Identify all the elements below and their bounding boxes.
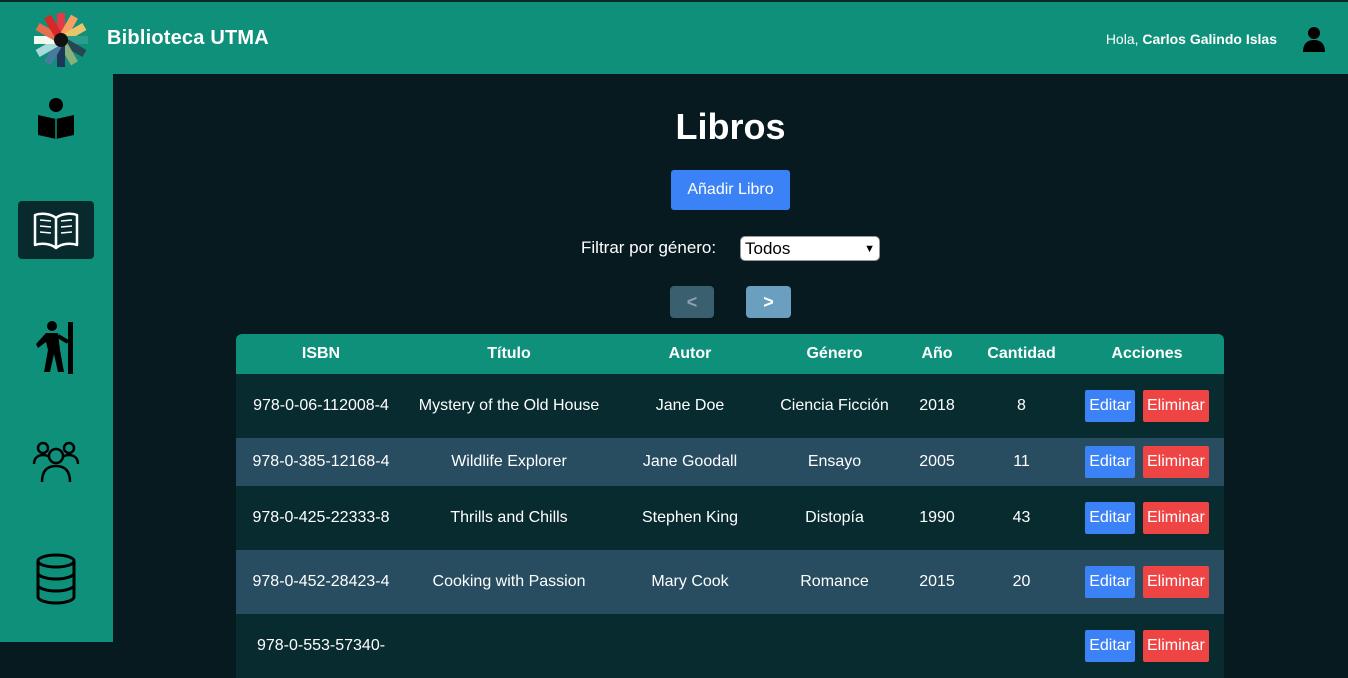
- cell-genre: Ensayo: [807, 453, 862, 470]
- cell-author: Jane Goodall: [642, 453, 738, 470]
- table-row: 978-0-425-22333-8 Thrills and Chills Ste…: [236, 486, 1224, 550]
- col-header-genre[interactable]: Género: [768, 334, 901, 374]
- delete-button[interactable]: Eliminar: [1143, 390, 1209, 422]
- cell-year: 2005: [919, 453, 955, 470]
- col-header-isbn[interactable]: ISBN: [236, 334, 406, 374]
- genre-filter-select[interactable]: Todos ▼: [740, 236, 880, 261]
- database-icon: [36, 553, 76, 605]
- edit-button[interactable]: Editar: [1085, 502, 1135, 534]
- col-header-author[interactable]: Autor: [612, 334, 768, 374]
- user-icon[interactable]: [1302, 26, 1326, 52]
- cell-actions: Editar Eliminar: [1070, 438, 1224, 486]
- sidebar: [0, 74, 113, 642]
- user-greeting: Hola, Carlos Galindo Islas: [1106, 31, 1277, 47]
- delete-button[interactable]: Eliminar: [1143, 446, 1209, 478]
- sidebar-item-books[interactable]: [18, 201, 94, 259]
- filter-label: Filtrar por género:: [581, 238, 717, 257]
- table-row: 978-0-553-57340- Editar Eliminar: [236, 614, 1224, 678]
- page-title: Libros: [675, 106, 786, 147]
- cell-title: Cooking with Passion: [432, 573, 586, 590]
- cell-actions: Editar Eliminar: [1070, 614, 1224, 678]
- genre-filter-value: Todos: [745, 238, 791, 258]
- sidebar-item-database[interactable]: [18, 550, 94, 608]
- add-book-button[interactable]: Añadir Libro: [671, 170, 790, 210]
- next-page-button[interactable]: >: [746, 286, 791, 318]
- cell-actions: Editar Eliminar: [1070, 486, 1224, 550]
- cell-quantity: 20: [1012, 573, 1031, 590]
- cell-actions: Editar Eliminar: [1070, 374, 1224, 438]
- chevron-down-icon: ▼: [864, 242, 875, 255]
- delete-button[interactable]: Eliminar: [1143, 502, 1209, 534]
- edit-button[interactable]: Editar: [1085, 390, 1135, 422]
- logo-icon: [34, 13, 88, 67]
- sidebar-item-users[interactable]: [18, 433, 94, 491]
- cell-year: 2018: [919, 397, 955, 414]
- cell-isbn: 978-0-06-112008-4: [253, 397, 389, 414]
- table-row: 978-0-385-12168-4 Wildlife Explorer Jane…: [236, 438, 1224, 486]
- cell-quantity: 8: [1017, 397, 1026, 414]
- table-row: 978-0-06-112008-4 Mystery of the Old Hou…: [236, 374, 1224, 438]
- col-header-year[interactable]: Año: [901, 334, 973, 374]
- cell-genre: Distopía: [805, 509, 864, 526]
- cell-isbn: 978-0-553-57340-: [256, 637, 386, 654]
- cell-title: [406, 614, 612, 678]
- col-header-actions: Acciones: [1111, 345, 1183, 362]
- cell-quantity: 43: [1012, 509, 1031, 526]
- cell-quantity: [973, 614, 1070, 678]
- cell-isbn: 978-0-452-28423-4: [252, 573, 390, 590]
- reader-icon: [38, 98, 74, 139]
- cell-genre: Ciencia Ficción: [780, 397, 889, 414]
- delete-button[interactable]: Eliminar: [1143, 630, 1209, 662]
- app-brand: Biblioteca UTMA: [107, 27, 269, 49]
- cell-author: [612, 614, 768, 678]
- cell-quantity: 11: [1013, 453, 1030, 470]
- edit-button[interactable]: Editar: [1085, 630, 1135, 662]
- cell-author: Mary Cook: [651, 573, 729, 590]
- hiker-icon: [36, 321, 73, 374]
- cell-genre: Romance: [800, 573, 869, 590]
- delete-button[interactable]: Eliminar: [1143, 566, 1209, 598]
- top-header: Biblioteca UTMA Hola, Carlos Galindo Isl…: [0, 0, 1348, 74]
- edit-button[interactable]: Editar: [1085, 446, 1135, 478]
- main-content: Libros Añadir Libro Filtrar por género: …: [113, 74, 1348, 678]
- cell-actions: Editar Eliminar: [1070, 550, 1224, 614]
- cell-title: Mystery of the Old House: [418, 397, 600, 414]
- cell-author: Jane Doe: [655, 397, 725, 414]
- greeting-prefix: Hola,: [1105, 31, 1139, 47]
- open-book-icon: [33, 212, 79, 250]
- cell-isbn: 978-0-385-12168-4: [252, 453, 390, 470]
- cell-year: 1990: [919, 509, 955, 526]
- user-name: Carlos Galindo Islas: [1142, 31, 1277, 47]
- cell-title: Wildlife Explorer: [451, 453, 567, 470]
- prev-page-button[interactable]: <: [670, 286, 714, 318]
- cell-isbn: 978-0-425-22333-8: [252, 509, 390, 526]
- sidebar-item-reader[interactable]: [18, 88, 94, 146]
- col-header-title[interactable]: Título: [406, 334, 612, 374]
- cell-genre: [768, 614, 901, 678]
- col-header-quantity[interactable]: Cantidad: [973, 334, 1070, 374]
- books-table: ISBN Título Autor Género Año Cantidad Ac…: [236, 334, 1224, 678]
- table-row: 978-0-452-28423-4 Cooking with Passion M…: [236, 550, 1224, 614]
- cell-year: [901, 614, 973, 678]
- cell-author: Stephen King: [641, 509, 739, 526]
- cell-year: 2015: [919, 573, 955, 590]
- sidebar-item-hiker[interactable]: [18, 318, 94, 376]
- edit-button[interactable]: Editar: [1085, 566, 1135, 598]
- users-icon: [32, 441, 80, 483]
- cell-title: Thrills and Chills: [450, 509, 568, 526]
- table-header-row: ISBN Título Autor Género Año Cantidad Ac…: [236, 334, 1224, 374]
